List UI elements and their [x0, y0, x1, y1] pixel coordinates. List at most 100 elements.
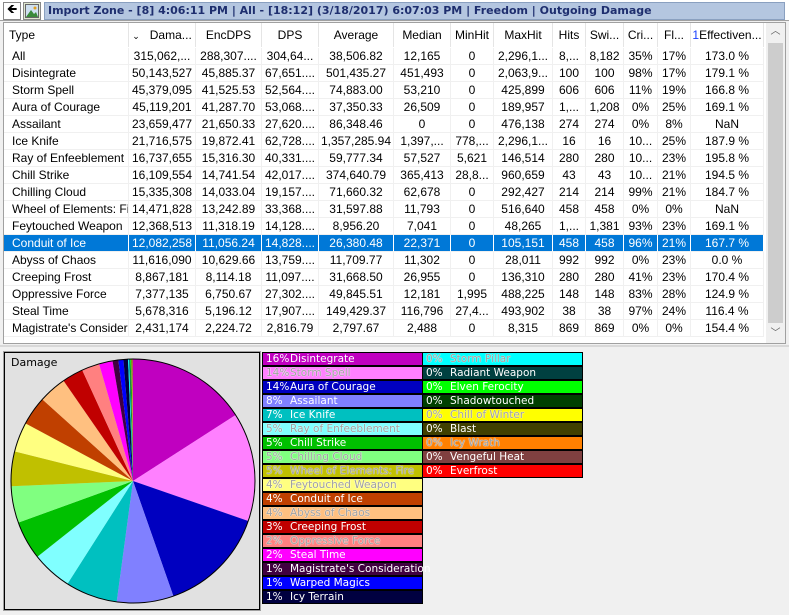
- row-value-cell: 2,431,174: [129, 320, 196, 337]
- column-header-11[interactable]: Fl...: [658, 23, 691, 47]
- row-value-cell: 11,709.77: [319, 252, 394, 269]
- legend-item: 0% Blast: [422, 422, 583, 436]
- row-value-cell: 21%: [658, 184, 691, 201]
- row-value-cell: 14,828....: [262, 235, 319, 252]
- column-header-8[interactable]: Hits: [553, 23, 586, 47]
- row-value-cell: 33,368....: [262, 201, 319, 218]
- legend-label: Oppressive Force: [290, 535, 381, 547]
- legend-percent: 0%: [426, 353, 443, 365]
- row-value-cell: 27,4...: [451, 303, 494, 320]
- row-value-cell: 97%: [624, 303, 658, 320]
- legend-percent: 14%: [266, 381, 290, 393]
- row-type-cell: Aura of Courage: [4, 99, 129, 116]
- legend-item: 4% Abyss of Chaos: [262, 506, 423, 520]
- row-value-cell: 458: [553, 235, 586, 252]
- row-value-cell: 187.9 %: [691, 133, 764, 150]
- back-arrow-icon[interactable]: 🡸: [3, 1, 21, 20]
- table-row[interactable]: Abyss of Chaos 11,616,090 10,629.66 13,759.…: [4, 252, 764, 269]
- table-row[interactable]: Creeping Frost 8,867,181 8,114.18 11,097...…: [4, 269, 764, 286]
- legend-label: Chill of Winter: [450, 409, 525, 421]
- row-value-cell: 74,883.00: [319, 82, 394, 99]
- row-value-cell: 304,64...: [262, 48, 319, 65]
- column-header-6[interactable]: MinHit: [451, 23, 494, 47]
- row-value-cell: 45,119,201: [129, 99, 196, 116]
- row-value-cell: 8%: [658, 116, 691, 133]
- column-label: MinHit: [454, 28, 489, 42]
- column-header-9[interactable]: Swi...: [586, 23, 624, 47]
- table-row[interactable]: Magistrate's Consider... 2,431,174 2,224.7…: [4, 320, 764, 337]
- column-header-12[interactable]: 1Effectiven...: [691, 23, 764, 47]
- row-value-cell: 869: [553, 320, 586, 337]
- table-row[interactable]: Wheel of Elements: Fire 14,471,828 13,242.…: [4, 201, 764, 218]
- row-value-cell: 48,265: [494, 218, 553, 235]
- picture-icon[interactable]: [23, 2, 41, 20]
- row-value-cell: 2,488: [394, 320, 451, 337]
- legend-percent: 2%: [266, 549, 283, 561]
- chevron-down-icon[interactable]: ﹀: [766, 325, 785, 343]
- row-value-cell: 179.1 %: [691, 65, 764, 82]
- table-row[interactable]: Aura of Courage 45,119,201 41,287.70 53,068…: [4, 99, 764, 116]
- column-header-10[interactable]: Cri...: [624, 23, 658, 47]
- legend-label: Wheel of Elements: Fire: [290, 465, 415, 477]
- row-value-cell: 23,659,477: [129, 116, 196, 133]
- row-value-cell: 458: [586, 235, 624, 252]
- column-header-2[interactable]: EncDPS: [196, 23, 262, 47]
- row-value-cell: 11,302: [394, 252, 451, 269]
- row-value-cell: 1,357,285.94: [319, 133, 394, 150]
- vertical-scrollbar[interactable]: ︿ ﹀: [766, 23, 785, 343]
- column-header-4[interactable]: Average: [319, 23, 394, 47]
- row-value-cell: 11,318.19: [196, 218, 262, 235]
- row-value-cell: 280: [553, 150, 586, 167]
- table-row[interactable]: Ice Knife 21,716,575 19,872.41 62,728.... 1,…: [4, 133, 764, 150]
- legend-percent: 0%: [426, 451, 443, 463]
- table-row[interactable]: Conduit of Ice 12,082,258 11,056.24 14,828.…: [4, 235, 764, 252]
- row-value-cell: 148: [586, 286, 624, 303]
- row-value-cell: 16: [586, 133, 624, 150]
- legend-label: Abyss of Chaos: [290, 507, 371, 519]
- table-row[interactable]: Chilling Cloud 15,335,308 14,033.04 19,157.…: [4, 184, 764, 201]
- table-row[interactable]: All 315,062,... 288,307.... 304,64... 38,506…: [4, 48, 764, 65]
- legend-item: 0% Elven Ferocity: [422, 380, 583, 394]
- table-row[interactable]: Chill Strike 16,109,554 14,741.54 42,017...…: [4, 167, 764, 184]
- column-header-1[interactable]: ⌄ Dama...: [129, 23, 196, 47]
- row-value-cell: 86,348.46: [319, 116, 394, 133]
- table-row[interactable]: Ray of Enfeeblement 16,737,655 15,316.30 40…: [4, 150, 764, 167]
- legend-item: 0% Chill of Winter: [422, 408, 583, 422]
- row-value-cell: 292,427: [494, 184, 553, 201]
- chevron-up-icon[interactable]: ︿: [766, 23, 785, 41]
- row-value-cell: 166.8 %: [691, 82, 764, 99]
- table-row[interactable]: Storm Spell 45,379,095 41,525.53 52,564....…: [4, 82, 764, 99]
- column-header-0[interactable]: Type: [4, 23, 129, 47]
- row-value-cell: 21,716,575: [129, 133, 196, 150]
- row-value-cell: 14,741.54: [196, 167, 262, 184]
- row-value-cell: 21%: [658, 235, 691, 252]
- row-value-cell: 21,650.33: [196, 116, 262, 133]
- legend-percent: 0%: [426, 367, 443, 379]
- legend-label: Vengeful Heat: [450, 451, 525, 463]
- column-header-5[interactable]: Median: [394, 23, 451, 47]
- table-row[interactable]: Feytouched Weapon 12,368,513 11,318.19 14,1…: [4, 218, 764, 235]
- row-value-cell: 96%: [624, 235, 658, 252]
- row-value-cell: 170.4 %: [691, 269, 764, 286]
- legend-label: Radiant Weapon: [450, 367, 537, 379]
- splitter[interactable]: [0, 345, 789, 347]
- table-row[interactable]: Assailant 23,659,477 21,650.33 27,620.... 86…: [4, 116, 764, 133]
- row-value-cell: 493,902: [494, 303, 553, 320]
- row-value-cell: 8,...: [553, 48, 586, 65]
- legend-percent: 5%: [266, 451, 283, 463]
- row-value-cell: 0: [451, 235, 494, 252]
- row-value-cell: 105,151: [494, 235, 553, 252]
- legend-label: Storm Spell: [290, 367, 351, 379]
- column-header-3[interactable]: DPS: [262, 23, 319, 47]
- table-row[interactable]: Oppressive Force 7,377,135 6,750.67 27,302.…: [4, 286, 764, 303]
- scrollbar-thumb[interactable]: [768, 43, 783, 323]
- table-row[interactable]: Disintegrate 50,143,527 45,885.37 67,651...…: [4, 65, 764, 82]
- legend-item: 2% Oppressive Force: [262, 534, 423, 548]
- row-value-cell: 53,068....: [262, 99, 319, 116]
- row-value-cell: 26,509: [394, 99, 451, 116]
- row-value-cell: 374,640.79: [319, 167, 394, 184]
- row-value-cell: 19%: [658, 82, 691, 99]
- column-header-7[interactable]: MaxHit: [494, 23, 553, 47]
- row-value-cell: 41%: [624, 269, 658, 286]
- table-row[interactable]: Steal Time 5,678,316 5,196.12 17,907.... 149…: [4, 303, 764, 320]
